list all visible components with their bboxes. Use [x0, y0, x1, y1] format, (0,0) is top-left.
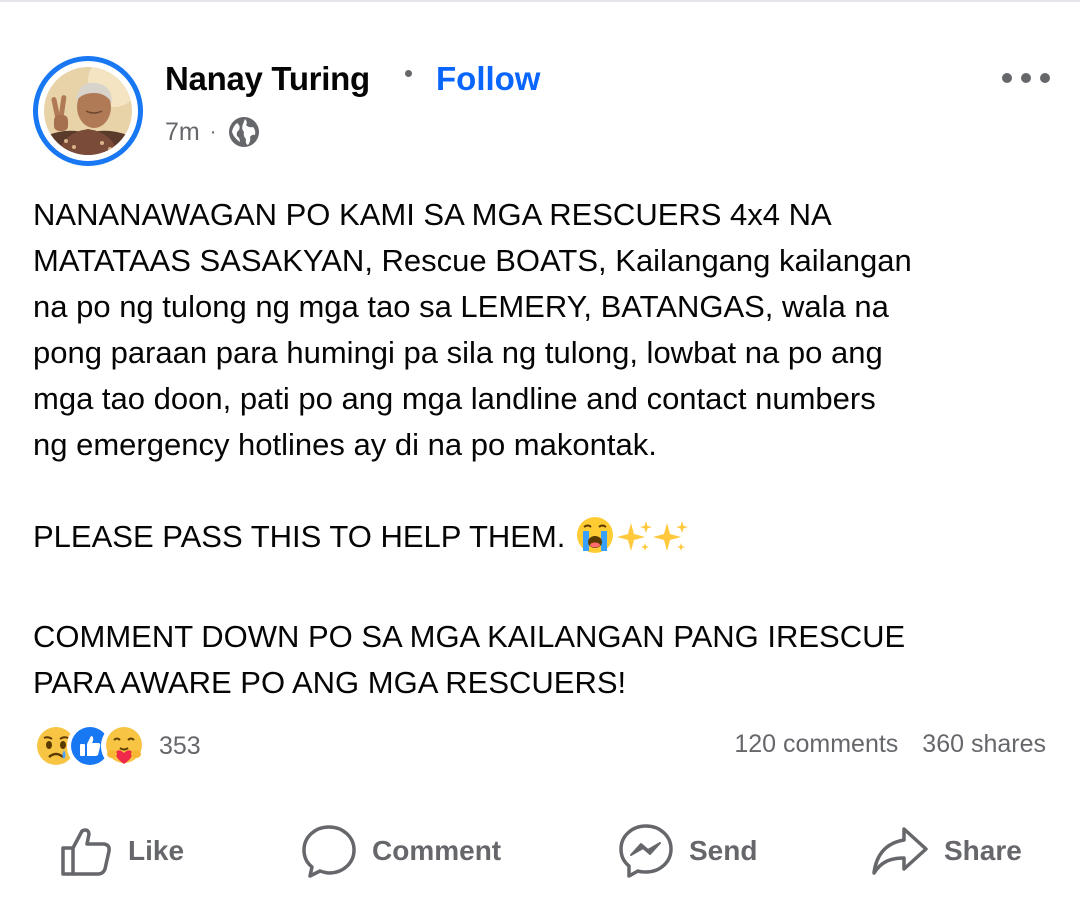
sparkles-emoji — [617, 519, 653, 568]
follow-separator-dot — [405, 70, 412, 77]
share-label: Share — [944, 835, 1022, 866]
reactions-summary[interactable]: 353 — [33, 722, 201, 770]
share-arrow-icon — [872, 827, 928, 875]
share-button[interactable]: Share — [870, 815, 1022, 887]
send-button[interactable]: Send — [617, 815, 757, 887]
sparkles-emoji — [653, 519, 689, 568]
post-paragraph-2-text: PLEASE PASS THIS TO HELP THEM. — [33, 519, 566, 554]
post-paragraph-3: COMMENT DOWN PO SA MGA KAILANGAN PANG IR… — [33, 619, 906, 700]
post-paragraph-1: NANANAWAGAN PO KAMI SA MGA RESCUERS 4x4 … — [33, 197, 912, 462]
comment-label: Comment — [372, 835, 502, 866]
more-horizontal-icon[interactable] — [998, 66, 1054, 90]
thumbs-up-icon — [61, 828, 111, 876]
like-label: Like — [128, 835, 185, 866]
reaction-count: 353 — [159, 731, 201, 760]
comments-count-link[interactable]: 120 comments — [734, 730, 898, 759]
post-action-bar: Like Comment Send Share — [0, 815, 1080, 887]
care-reaction-icon — [101, 723, 147, 769]
follow-button[interactable]: Follow — [436, 60, 540, 98]
globe-icon[interactable] — [228, 116, 260, 148]
messenger-icon — [619, 824, 673, 878]
loudly-crying-face-emoji — [575, 515, 615, 568]
post-body: NANANAWAGAN PO KAMI SA MGA RESCUERS 4x4 … — [33, 192, 1043, 706]
post-paragraph-2: PLEASE PASS THIS TO HELP THEM. — [33, 514, 1043, 568]
avatar-photo — [44, 67, 132, 155]
like-button[interactable]: Like — [58, 815, 184, 887]
comment-button[interactable]: Comment — [300, 815, 501, 887]
engagement-stats: 120 comments 360 shares — [734, 730, 1046, 759]
shares-count-link[interactable]: 360 shares — [922, 730, 1046, 759]
send-label: Send — [689, 835, 758, 866]
author-name[interactable]: Nanay Turing — [165, 60, 370, 98]
avatar[interactable] — [33, 56, 143, 166]
top-divider — [0, 0, 1080, 2]
meta-separator: · — [209, 120, 217, 143]
post-timestamp[interactable]: 7m — [165, 118, 200, 147]
post-meta: 7m · — [165, 115, 260, 149]
comment-bubble-icon — [302, 825, 356, 878]
